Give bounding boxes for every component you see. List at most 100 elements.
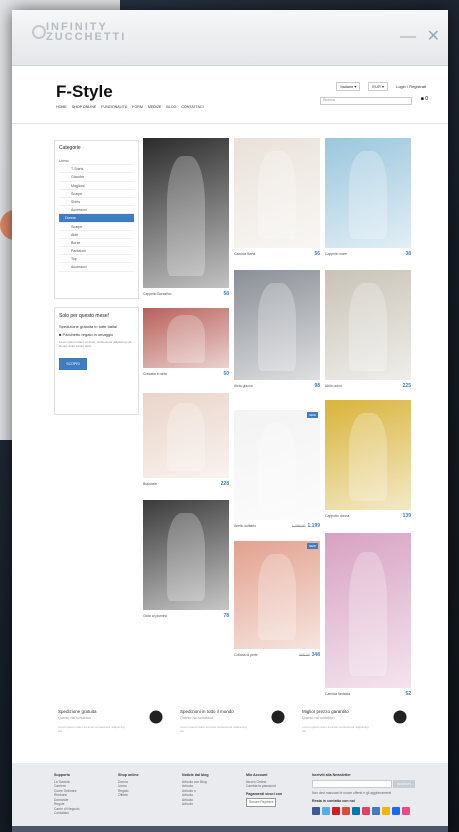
product-name[interactable]: Anello solitario bbox=[234, 524, 256, 528]
product-image[interactable] bbox=[143, 393, 229, 478]
product-image[interactable] bbox=[143, 138, 229, 288]
nav-item[interactable]: SHOP ONLINE bbox=[72, 105, 97, 109]
app-logo: INFINITY ZUCCHETTI bbox=[46, 22, 126, 43]
product-name[interactable]: Camicia Berta bbox=[234, 252, 255, 256]
newsletter-button[interactable]: ISCRIVITI bbox=[392, 779, 415, 788]
social-icon[interactable] bbox=[332, 806, 340, 815]
product-price-group: 98 bbox=[314, 383, 320, 389]
promo-button[interactable]: SCOPRI bbox=[59, 358, 87, 370]
social-icon[interactable] bbox=[392, 806, 400, 815]
product-card[interactable]: Camicia fantasia 52 bbox=[325, 533, 411, 697]
figure-shape bbox=[167, 315, 205, 364]
product-card[interactable]: Cappotto donna 139 bbox=[325, 400, 411, 519]
category-item[interactable]: Donna bbox=[59, 214, 134, 223]
product-image[interactable] bbox=[325, 533, 411, 688]
product-name[interactable]: Collana di perle bbox=[234, 653, 258, 657]
category-item[interactable]: Abiti bbox=[59, 231, 134, 239]
nav-item[interactable]: CONTATTACI bbox=[181, 105, 203, 109]
footer-link[interactable]: Offerte bbox=[118, 793, 139, 798]
category-item[interactable]: Top bbox=[59, 255, 134, 264]
product-card[interactable]: NEW Anello solitario 1.299,00 1.199 bbox=[234, 410, 320, 529]
nav-item[interactable]: FUNZIONALITÀ bbox=[101, 105, 127, 109]
footer-link[interactable]: Articolo bbox=[182, 802, 209, 807]
social-icon[interactable] bbox=[342, 806, 350, 815]
category-item[interactable]: Accessori bbox=[59, 206, 134, 215]
feature-block: Spedizioni in tutto il mondo Quanto hai s… bbox=[176, 705, 292, 755]
category-item[interactable]: Shirts bbox=[59, 198, 134, 207]
footer-heading: Supporto bbox=[54, 773, 70, 777]
footer-link[interactable]: Cambia la password bbox=[246, 784, 282, 789]
social-icon[interactable] bbox=[402, 806, 410, 815]
product-image[interactable] bbox=[325, 400, 411, 510]
currency-select[interactable]: EUR ▾ bbox=[368, 82, 388, 91]
product-name[interactable]: Camicia fantasia bbox=[325, 692, 350, 696]
feature-body: Lorem ipsum dolor sit amet consectetur a… bbox=[302, 725, 369, 733]
close-button[interactable]: ✕ bbox=[427, 28, 440, 45]
social-icon[interactable] bbox=[312, 806, 320, 815]
product-card[interactable]: Gioia al piumino 78 bbox=[143, 500, 229, 619]
product-name[interactable]: Gioia al piumino bbox=[143, 614, 167, 618]
footer-heading: Mio Account bbox=[246, 773, 268, 777]
secure-payment-badge: Secure Payment bbox=[246, 798, 277, 807]
category-item[interactable]: Scarpe bbox=[59, 223, 134, 231]
product-image[interactable] bbox=[143, 500, 229, 610]
nav-item[interactable]: FORM bbox=[132, 105, 143, 109]
category-box: Categorie Uomo T-Shirts Giacche Maglioni Sca… bbox=[54, 140, 139, 299]
product-price: 228 bbox=[220, 481, 229, 487]
product-card[interactable]: Abito uomo 225 bbox=[325, 270, 411, 389]
product-price: 225 bbox=[402, 383, 411, 389]
cart-button[interactable]: ■ 0 bbox=[421, 96, 428, 102]
category-item[interactable]: Accessori bbox=[59, 263, 134, 272]
product-card[interactable]: Cappello mare 38 bbox=[325, 138, 411, 257]
nav-item[interactable]: MEDIZE bbox=[148, 105, 162, 109]
language-select[interactable]: Italiano ▾ bbox=[336, 82, 361, 91]
social-icon[interactable] bbox=[352, 806, 360, 815]
product-card[interactable]: NEW Collana di perle 398,00 348 bbox=[234, 541, 320, 658]
social-icon[interactable] bbox=[372, 806, 380, 815]
category-item[interactable]: Scarpe bbox=[59, 190, 134, 198]
product-image[interactable] bbox=[325, 138, 411, 248]
footer-link[interactable]: Contattaci bbox=[54, 811, 79, 816]
product-card[interactable]: Abito giacca 98 bbox=[234, 270, 320, 389]
product-image[interactable]: NEW bbox=[234, 541, 320, 649]
social-icon[interactable] bbox=[322, 806, 330, 815]
newsletter-heading: Iscriviti alla Newsletter bbox=[312, 773, 351, 777]
product-name[interactable]: Abito giacca bbox=[234, 384, 252, 388]
product-image[interactable] bbox=[143, 308, 229, 368]
product-card[interactable]: Cappello Borsalino 58 bbox=[143, 138, 229, 297]
category-item[interactable]: Uomo bbox=[59, 157, 134, 166]
product-image[interactable] bbox=[234, 138, 320, 248]
category-item[interactable]: Giacche bbox=[59, 173, 134, 182]
product-price: 56 bbox=[314, 251, 320, 257]
site-brand[interactable]: F-Style bbox=[56, 82, 113, 102]
product-name[interactable]: Cappello Borsalino bbox=[143, 292, 171, 296]
feature-block: Miglior prezzo garantito Quanto hai sotto… bbox=[298, 705, 414, 755]
product-name[interactable]: Cravatta in seta bbox=[143, 372, 167, 376]
category-item[interactable]: Pantaloni bbox=[59, 247, 134, 256]
product-image[interactable] bbox=[325, 270, 411, 380]
category-item[interactable]: Maglioni bbox=[59, 182, 134, 190]
search-input[interactable]: Ricerca bbox=[320, 97, 412, 105]
product-card[interactable]: Camicia Berta 56 bbox=[234, 138, 320, 257]
category-item[interactable]: T-Shirts bbox=[59, 165, 134, 174]
product-name[interactable]: Abito uomo bbox=[325, 384, 342, 388]
product-price-group: 139 bbox=[403, 513, 411, 519]
figure-shape bbox=[258, 283, 296, 372]
product-name[interactable]: Bracciale bbox=[143, 482, 157, 486]
social-icon[interactable] bbox=[362, 806, 370, 815]
login-link[interactable]: Login / Registrati bbox=[396, 84, 426, 89]
product-name[interactable]: Cappotto donna bbox=[325, 514, 349, 518]
nav-item[interactable]: BLOG bbox=[166, 105, 176, 109]
nav-item[interactable]: HOME bbox=[56, 105, 67, 109]
newsletter-input[interactable] bbox=[312, 779, 392, 788]
category-item[interactable]: Borse bbox=[59, 239, 134, 248]
product-image[interactable]: NEW bbox=[234, 410, 320, 520]
footer-col-shop: Shop online Donna Uomo Regalo Offerte bbox=[118, 773, 139, 798]
product-card[interactable]: Bracciale 228 bbox=[143, 393, 229, 487]
minimize-button[interactable]: — bbox=[400, 28, 416, 45]
social-icon[interactable] bbox=[382, 806, 390, 815]
figure-shape bbox=[258, 553, 296, 641]
product-card[interactable]: Cravatta in seta 50 bbox=[143, 308, 229, 377]
product-name[interactable]: Cappello mare bbox=[325, 252, 347, 256]
product-image[interactable] bbox=[234, 270, 320, 380]
